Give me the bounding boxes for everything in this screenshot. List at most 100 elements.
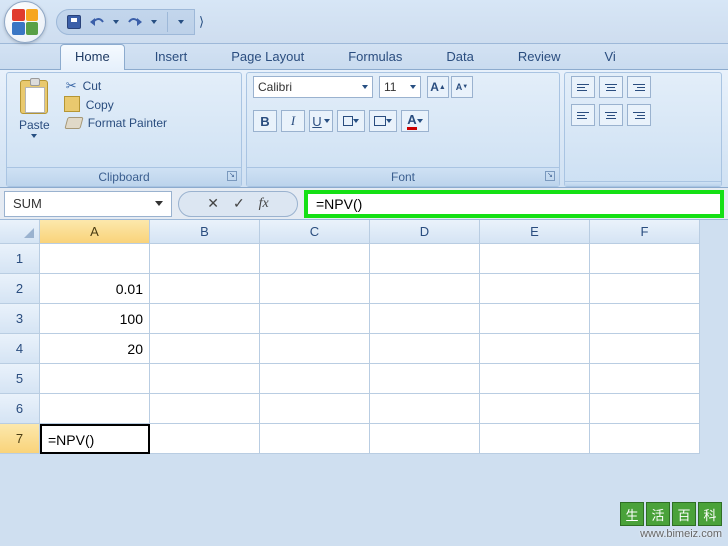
row-header-3[interactable]: 3	[0, 304, 40, 334]
underline-button[interactable]: U	[309, 110, 333, 132]
tab-data[interactable]: Data	[432, 45, 487, 69]
align-middle-button[interactable]	[599, 76, 623, 98]
cell-F5[interactable]	[590, 364, 700, 394]
tab-view[interactable]: Vi	[591, 45, 630, 69]
row-header-6[interactable]: 6	[0, 394, 40, 424]
cell-C3[interactable]	[260, 304, 370, 334]
paste-dropdown-icon[interactable]	[31, 134, 37, 138]
enter-formula-button[interactable]: ✓	[233, 195, 245, 212]
undo-icon[interactable]	[89, 16, 105, 28]
cell-B6[interactable]	[150, 394, 260, 424]
row-header-2[interactable]: 2	[0, 274, 40, 304]
italic-button[interactable]: I	[281, 110, 305, 132]
name-box-dropdown-icon[interactable]	[155, 201, 163, 206]
col-header-B[interactable]: B	[150, 220, 260, 244]
cell-D1[interactable]	[370, 244, 480, 274]
cell-C2[interactable]	[260, 274, 370, 304]
cut-button[interactable]: ✂ Cut	[66, 78, 167, 94]
font-size-combo[interactable]: 11	[379, 76, 421, 98]
cell-A7[interactable]: =NPV()	[40, 424, 150, 454]
formula-input[interactable]: =NPV()	[304, 190, 724, 218]
cell-C6[interactable]	[260, 394, 370, 424]
insert-function-button[interactable]: fx	[259, 196, 269, 212]
font-color-button[interactable]: A	[401, 110, 429, 132]
customize-qat-icon[interactable]	[178, 20, 184, 24]
cancel-formula-button[interactable]: ✕	[207, 195, 219, 212]
align-right-button[interactable]	[627, 104, 651, 126]
col-header-D[interactable]: D	[370, 220, 480, 244]
cell-D4[interactable]	[370, 334, 480, 364]
format-painter-button[interactable]: Format Painter	[66, 116, 167, 130]
paste-button[interactable]: Paste	[13, 76, 56, 142]
cell-B1[interactable]	[150, 244, 260, 274]
align-center-button[interactable]	[599, 104, 623, 126]
align-top-button[interactable]	[571, 76, 595, 98]
cell-E5[interactable]	[480, 364, 590, 394]
cell-A5[interactable]	[40, 364, 150, 394]
cell-F3[interactable]	[590, 304, 700, 334]
col-header-A[interactable]: A	[40, 220, 150, 244]
cell-A1[interactable]	[40, 244, 150, 274]
col-header-E[interactable]: E	[480, 220, 590, 244]
cell-B2[interactable]	[150, 274, 260, 304]
row-header-7[interactable]: 7	[0, 424, 40, 454]
cell-F1[interactable]	[590, 244, 700, 274]
cell-A2[interactable]: 0.01	[40, 274, 150, 304]
border-button[interactable]	[337, 110, 365, 132]
cell-E4[interactable]	[480, 334, 590, 364]
clipboard-launcher-icon[interactable]	[227, 171, 237, 181]
cell-A3[interactable]: 100	[40, 304, 150, 334]
cell-D2[interactable]	[370, 274, 480, 304]
cell-D7[interactable]	[370, 424, 480, 454]
cell-D6[interactable]	[370, 394, 480, 424]
cell-B4[interactable]	[150, 334, 260, 364]
cell-C5[interactable]	[260, 364, 370, 394]
cell-A6[interactable]	[40, 394, 150, 424]
office-button[interactable]	[4, 1, 46, 43]
cell-D3[interactable]	[370, 304, 480, 334]
cell-A4[interactable]: 20	[40, 334, 150, 364]
font-launcher-icon[interactable]	[545, 171, 555, 181]
col-header-C[interactable]: C	[260, 220, 370, 244]
shrink-font-button[interactable]: A▼	[451, 76, 473, 98]
undo-dropdown-icon[interactable]	[113, 20, 119, 24]
align-bottom-button[interactable]	[627, 76, 651, 98]
save-icon[interactable]	[67, 15, 81, 29]
row-header-1[interactable]: 1	[0, 244, 40, 274]
select-all-corner[interactable]	[0, 220, 40, 244]
tab-review[interactable]: Review	[504, 45, 575, 69]
cell-F6[interactable]	[590, 394, 700, 424]
tab-insert[interactable]: Insert	[141, 45, 202, 69]
qat-end-chevron-icon[interactable]: ⟩	[199, 14, 204, 30]
fill-color-button[interactable]	[369, 110, 397, 132]
copy-button[interactable]: Copy	[66, 98, 167, 112]
tab-formulas[interactable]: Formulas	[334, 45, 416, 69]
name-box[interactable]: SUM	[4, 191, 172, 217]
cell-E3[interactable]	[480, 304, 590, 334]
bold-button[interactable]: B	[253, 110, 277, 132]
tab-page-layout[interactable]: Page Layout	[217, 45, 318, 69]
redo-dropdown-icon[interactable]	[151, 20, 157, 24]
tab-home[interactable]: Home	[60, 44, 125, 70]
cell-E1[interactable]	[480, 244, 590, 274]
grow-font-button[interactable]: A▲	[427, 76, 449, 98]
row-header-4[interactable]: 4	[0, 334, 40, 364]
cell-E6[interactable]	[480, 394, 590, 424]
cell-F2[interactable]	[590, 274, 700, 304]
font-name-combo[interactable]: Calibri	[253, 76, 373, 98]
cell-C4[interactable]	[260, 334, 370, 364]
cell-E2[interactable]	[480, 274, 590, 304]
cell-F4[interactable]	[590, 334, 700, 364]
cell-E7[interactable]	[480, 424, 590, 454]
col-header-F[interactable]: F	[590, 220, 700, 244]
cell-F7[interactable]	[590, 424, 700, 454]
cell-B7[interactable]	[150, 424, 260, 454]
cell-B3[interactable]	[150, 304, 260, 334]
row-header-5[interactable]: 5	[0, 364, 40, 394]
cell-C7[interactable]	[260, 424, 370, 454]
cell-B5[interactable]	[150, 364, 260, 394]
redo-icon[interactable]	[127, 16, 143, 28]
align-left-button[interactable]	[571, 104, 595, 126]
cell-C1[interactable]	[260, 244, 370, 274]
cell-D5[interactable]	[370, 364, 480, 394]
